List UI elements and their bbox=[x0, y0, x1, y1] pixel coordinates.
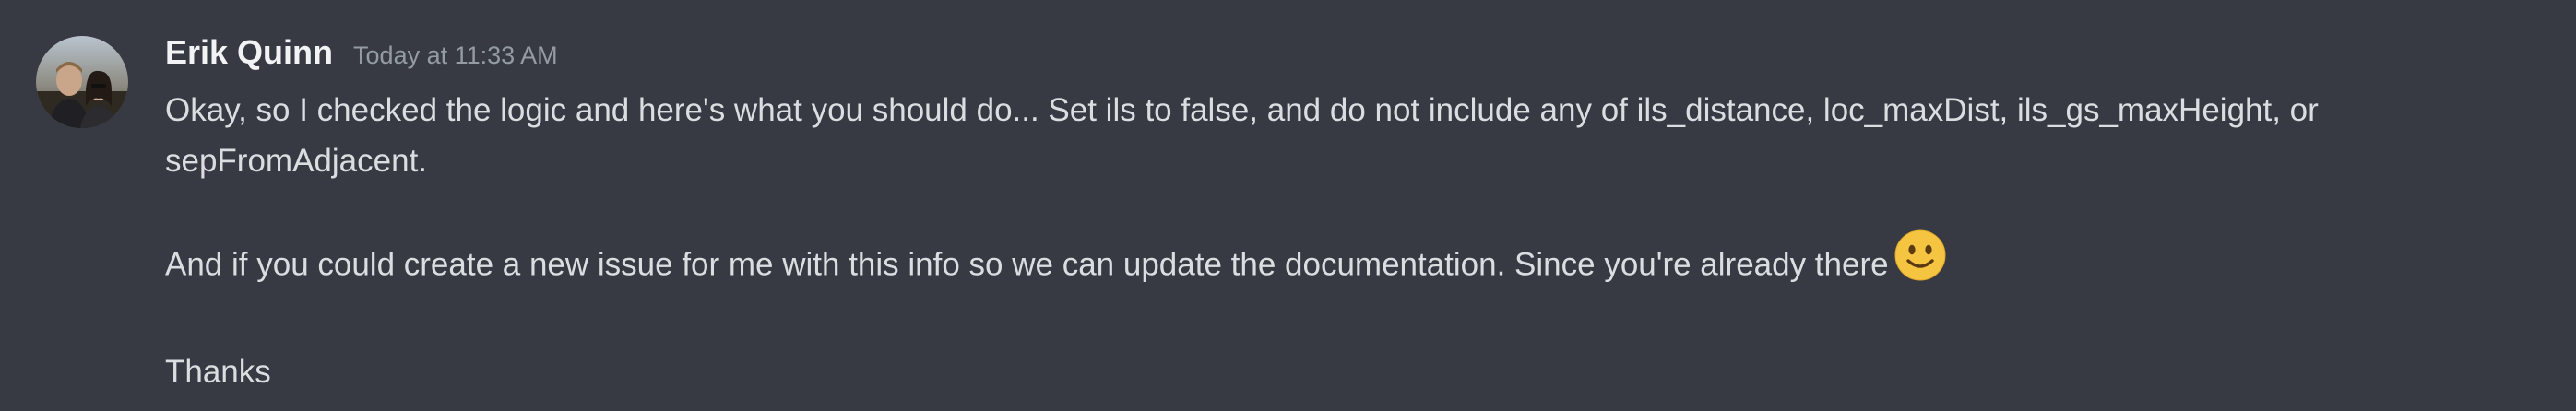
user-avatar-photo-icon bbox=[36, 36, 128, 128]
message-paragraph: Okay, so I checked the logic and here's … bbox=[165, 92, 2319, 179]
chat-message: Erik Quinn Today at 11:33 AM Okay, so I … bbox=[0, 0, 2576, 411]
avatar[interactable] bbox=[36, 36, 128, 128]
message-paragraph: Thanks bbox=[165, 354, 271, 390]
message-header: Erik Quinn Today at 11:33 AM bbox=[165, 33, 558, 72]
message-timestamp[interactable]: Today at 11:33 AM bbox=[353, 41, 558, 70]
slightly-smiling-face-icon[interactable] bbox=[1894, 229, 1946, 296]
message-paragraph-text: And if you could create a new issue for … bbox=[165, 246, 1889, 283]
author-name[interactable]: Erik Quinn bbox=[165, 33, 333, 72]
message-content: Okay, so I checked the logic and here's … bbox=[165, 85, 2489, 397]
message-paragraph: And if you could create a new issue for … bbox=[165, 229, 2489, 296]
